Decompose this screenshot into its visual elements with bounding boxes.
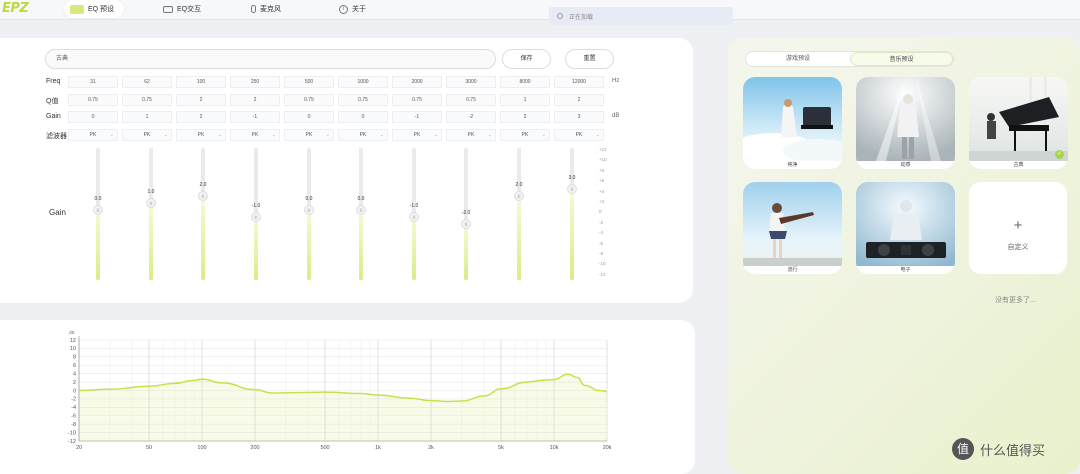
preset-card-dynamic[interactable]: 动感 — [856, 77, 955, 169]
y-tick-label: -8 — [71, 422, 76, 428]
preset-card-electronic[interactable]: 电子 — [856, 182, 955, 274]
y-tick-label: 12 — [70, 338, 76, 344]
card-caption: 纯净 — [787, 162, 798, 168]
x-tick-label: 20k — [603, 445, 612, 451]
x-tick-label: 500 — [320, 445, 329, 451]
y-tick-label: 10 — [70, 346, 76, 352]
card-caption: 流行 — [787, 267, 798, 273]
custom-label: 自定义 — [1007, 244, 1029, 251]
x-tick-label: 1k — [375, 445, 381, 451]
guitar-girl-art — [743, 182, 842, 266]
piano-sky-art — [743, 77, 842, 161]
y-tick-label: -12 — [68, 439, 76, 445]
value-icon: 值 — [952, 438, 974, 460]
x-tick-label: 50 — [146, 445, 152, 451]
singer-stage-art — [856, 77, 955, 161]
watermark-text: 什么值得买 — [980, 442, 1046, 458]
preset-card-pure[interactable]: 纯净 — [743, 77, 842, 169]
dj-deck-art — [856, 182, 955, 266]
x-tick-label: 2k — [428, 445, 434, 451]
x-tick-label: 200 — [250, 445, 259, 451]
preset-segment-control: 游戏预设 音乐预设 — [745, 51, 954, 67]
x-tick-label: 5k — [498, 445, 504, 451]
custom-preset-button[interactable]: + 自定义 — [969, 182, 1067, 274]
y-tick-label: -10 — [68, 430, 76, 436]
y-tick-label: -2 — [71, 397, 76, 403]
grand-piano-art — [969, 77, 1068, 161]
card-caption: 古典 — [1013, 162, 1024, 168]
preset-card-classical[interactable]: ✓ 古典 — [969, 77, 1068, 169]
x-tick-label: 10k — [550, 445, 559, 451]
segment-music-presets[interactable]: 音乐预设 — [850, 52, 953, 66]
preset-card-pop[interactable]: 流行 — [743, 182, 842, 274]
y-tick-label: -4 — [71, 405, 76, 411]
x-tick-label: 100 — [197, 445, 206, 451]
card-caption: 电子 — [900, 267, 911, 273]
response-area — [79, 374, 607, 441]
eq-response-chart: 121086420-2-4-6-8-10-1220 50 100 200 500 1k 2k… — [68, 330, 612, 451]
y-tick-label: 4 — [73, 371, 76, 377]
y-tick-label: 2 — [73, 380, 76, 386]
card-caption: 动感 — [900, 162, 911, 168]
plus-icon: + — [1013, 217, 1023, 234]
no-more-text: 没有更多了... — [995, 297, 1036, 304]
y-tick-label: 6 — [73, 363, 76, 369]
y-axis-label: dB — [69, 330, 75, 335]
x-tick-label: 20 — [76, 445, 82, 451]
y-tick-label: -6 — [71, 414, 76, 420]
segment-game-presets[interactable]: 游戏预设 — [746, 52, 850, 66]
watermark: 值 什么值得买 — [952, 438, 1045, 460]
selected-check-icon: ✓ — [1055, 150, 1064, 159]
y-tick-label: 8 — [73, 355, 76, 361]
y-tick-label: 0 — [73, 388, 76, 394]
